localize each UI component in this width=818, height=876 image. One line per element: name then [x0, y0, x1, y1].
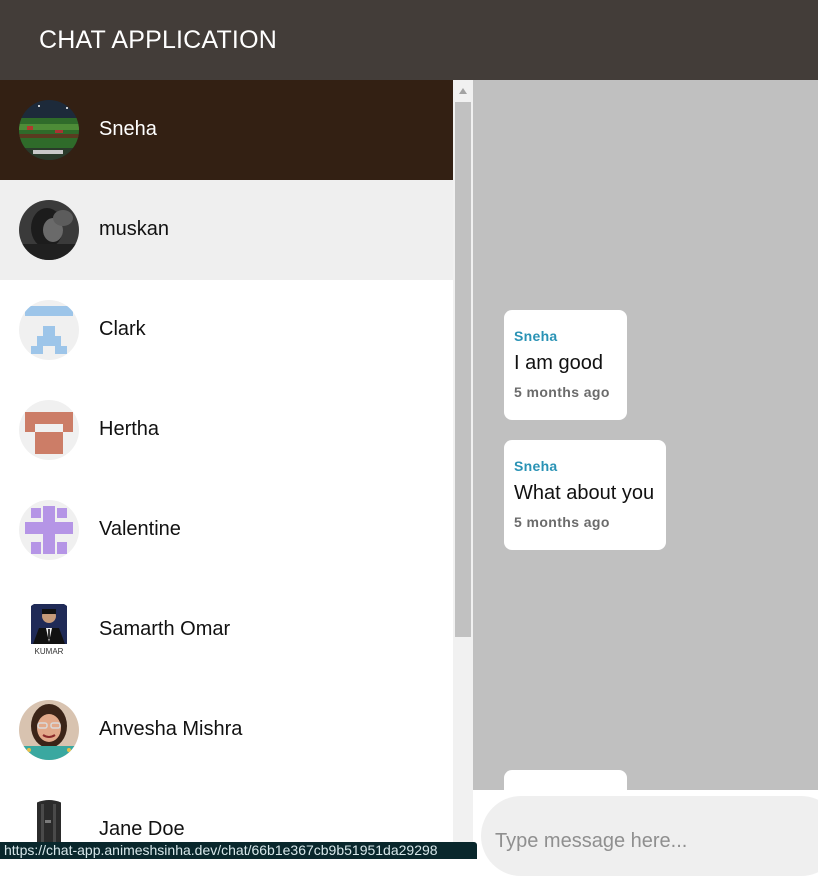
message-sender: Sneha	[514, 458, 558, 474]
contact-item-hertha[interactable]: Hertha	[0, 380, 453, 480]
avatar	[19, 700, 79, 760]
avatar: KUMAR	[19, 600, 79, 660]
chat-messages-panel: Sneha I am good 5 months ago Sneha What …	[473, 80, 818, 790]
contact-name: Anvesha Mishra	[99, 718, 243, 740]
avatar	[19, 400, 79, 460]
avatar	[19, 300, 79, 360]
contact-item-samarth-omar[interactable]: KUMAR Samarth Omar	[0, 580, 453, 680]
contact-name: Clark	[99, 318, 146, 340]
message-time: 5 months ago	[514, 514, 610, 530]
contact-item-valentine[interactable]: Valentine	[0, 480, 453, 580]
contact-item-anvesha-mishra[interactable]: Anvesha Mishra	[0, 680, 453, 780]
contact-name: Hertha	[99, 418, 160, 440]
contact-item-clark[interactable]: Clark	[0, 280, 453, 380]
message-text: What about you	[514, 482, 655, 504]
scroll-up-arrow-icon[interactable]	[459, 88, 467, 94]
svg-text:KUMAR: KUMAR	[35, 647, 64, 656]
contact-name: Valentine	[99, 518, 181, 540]
message-input-placeholder: Type message here...	[495, 830, 688, 852]
contact-name: Sneha	[99, 118, 157, 140]
message-bubble: Sneha What about you 5 months ago	[504, 440, 666, 550]
app-header: CHAT APPLICATION	[0, 0, 818, 80]
app-title: CHAT APPLICATION	[39, 26, 277, 54]
message-composer: Type message here...	[473, 790, 818, 876]
status-bar-url: https://chat-app.animeshsinha.dev/chat/6…	[0, 842, 477, 859]
avatar	[19, 100, 79, 160]
scrollbar-thumb[interactable]	[455, 102, 471, 637]
contact-name: Samarth Omar	[99, 618, 231, 640]
contact-name: Jane Doe	[99, 818, 185, 840]
contact-item-muskan[interactable]: muskan	[0, 180, 453, 280]
message-text: I am good	[514, 352, 603, 374]
message-bubble-partial	[504, 770, 627, 790]
contact-item-sneha[interactable]: Sneha	[0, 80, 453, 180]
contact-name: muskan	[99, 218, 170, 240]
avatar	[19, 200, 79, 260]
avatar	[19, 500, 79, 560]
contact-list[interactable]: Sneha muskan Clark Hertha Valentine KUMA…	[0, 80, 453, 859]
message-time: 5 months ago	[514, 384, 610, 400]
contact-list-scrollbar[interactable]	[453, 80, 473, 859]
message-sender: Sneha	[514, 328, 558, 344]
message-bubble: Sneha I am good 5 months ago	[504, 310, 627, 420]
